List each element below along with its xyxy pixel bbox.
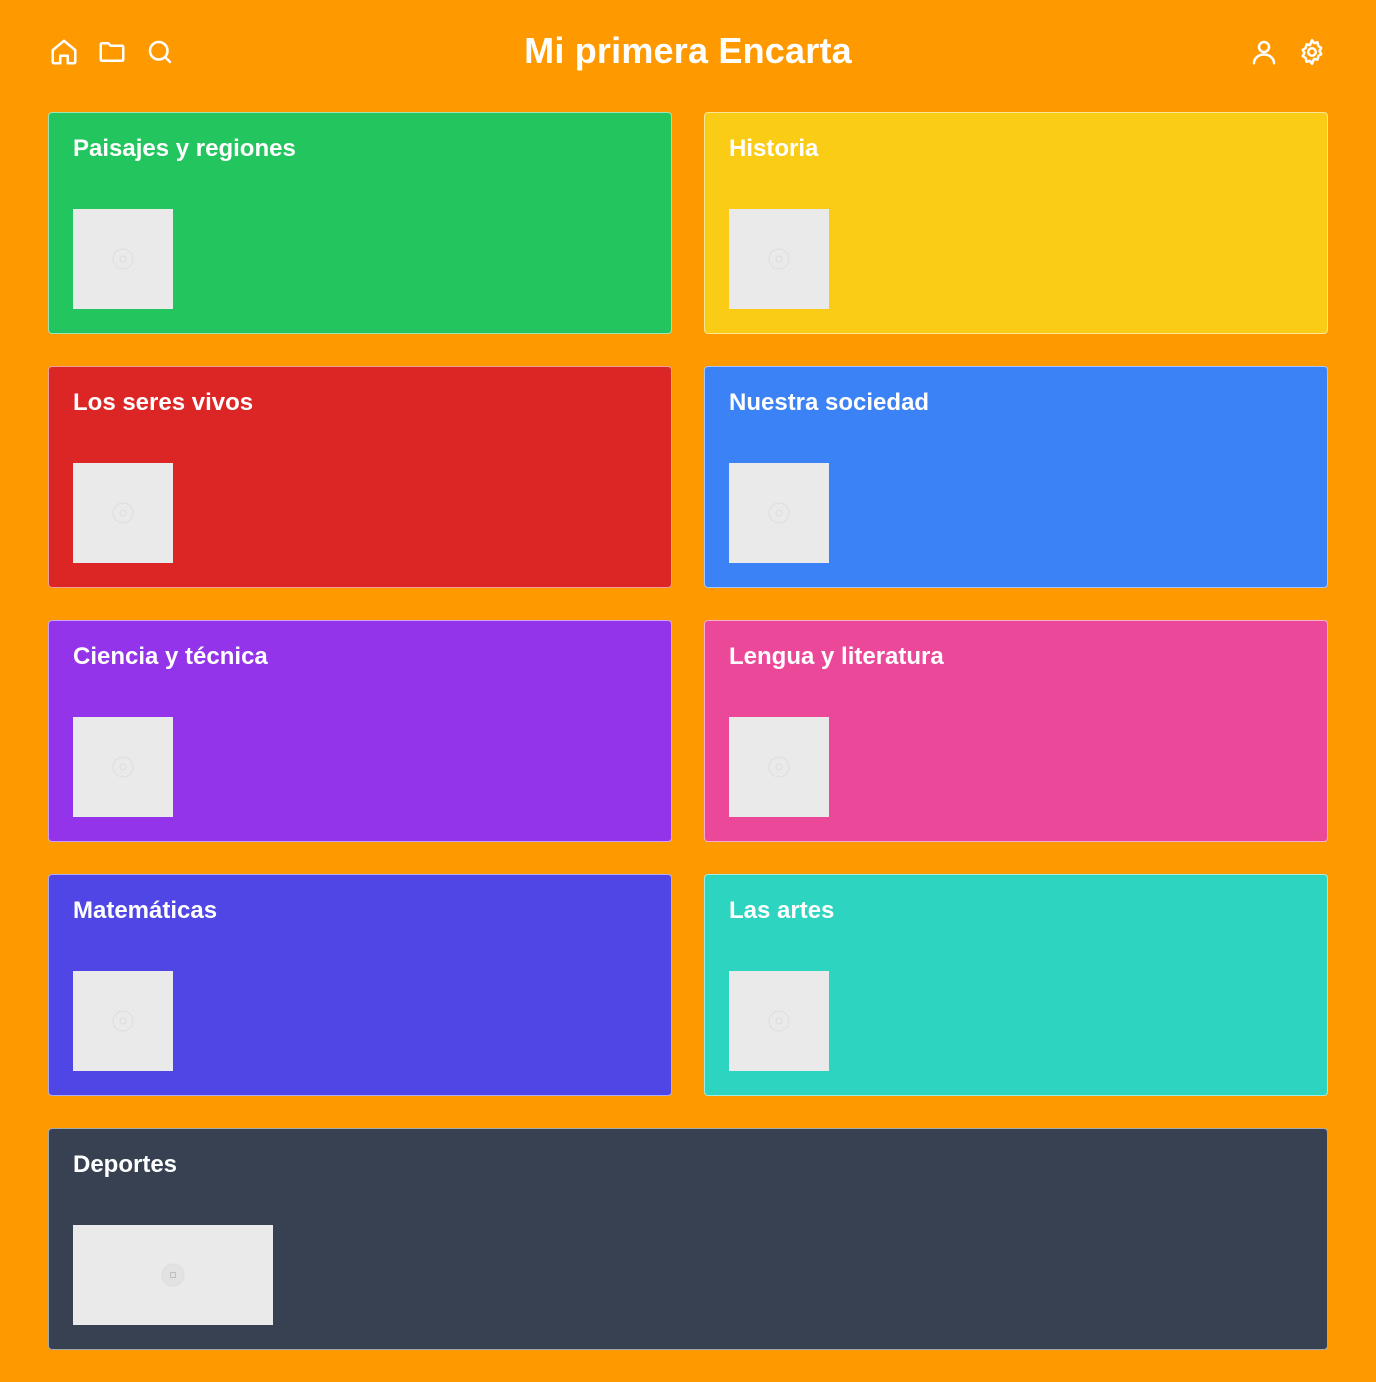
card-thumbnail [73, 209, 173, 309]
category-card-deportes[interactable]: Deportes [48, 1128, 1328, 1350]
image-placeholder-icon [768, 756, 790, 778]
app-title: Mi primera Encarta [524, 30, 852, 71]
image-placeholder-icon [112, 248, 134, 270]
category-card-paisajes[interactable]: Paisajes y regiones [48, 112, 672, 334]
card-title: Ciencia y técnica [73, 643, 268, 670]
image-placeholder-icon [161, 1263, 185, 1287]
image-placeholder-icon [112, 1010, 134, 1032]
category-card-lengua[interactable]: Lengua y literatura [704, 620, 1328, 842]
image-placeholder-icon [768, 1010, 790, 1032]
card-thumbnail [73, 971, 173, 1071]
top-bar: Mi primera Encarta [0, 0, 1376, 104]
user-icon[interactable] [1248, 34, 1280, 70]
card-title: Los seres vivos [73, 389, 254, 416]
card-title: Las artes [729, 897, 835, 924]
card-title: Paisajes y regiones [73, 135, 296, 162]
image-placeholder-icon [112, 502, 134, 524]
card-thumbnail [729, 463, 829, 563]
settings-icon[interactable] [1296, 34, 1328, 70]
category-card-matematicas[interactable]: Matemáticas [48, 874, 672, 1096]
card-thumbnail [73, 1225, 273, 1325]
image-placeholder-icon [768, 502, 790, 524]
category-card-artes[interactable]: Las artes [704, 874, 1328, 1096]
card-thumbnail [73, 463, 173, 563]
image-placeholder-icon [112, 756, 134, 778]
card-thumbnail [73, 717, 173, 817]
image-placeholder-icon [768, 248, 790, 270]
category-card-ciencia[interactable]: Ciencia y técnica [48, 620, 672, 842]
card-title: Lengua y literatura [729, 643, 944, 670]
card-title: Historia [729, 135, 819, 162]
card-title: Matemáticas [73, 897, 218, 924]
card-title: Nuestra sociedad [729, 389, 930, 416]
category-card-historia[interactable]: Historia [704, 112, 1328, 334]
category-card-seres-vivos[interactable]: Los seres vivos [48, 366, 672, 588]
card-thumbnail [729, 717, 829, 817]
card-thumbnail [729, 209, 829, 309]
card-title: Deportes [73, 1151, 178, 1178]
card-thumbnail [729, 971, 829, 1071]
category-card-sociedad[interactable]: Nuestra sociedad [704, 366, 1328, 588]
